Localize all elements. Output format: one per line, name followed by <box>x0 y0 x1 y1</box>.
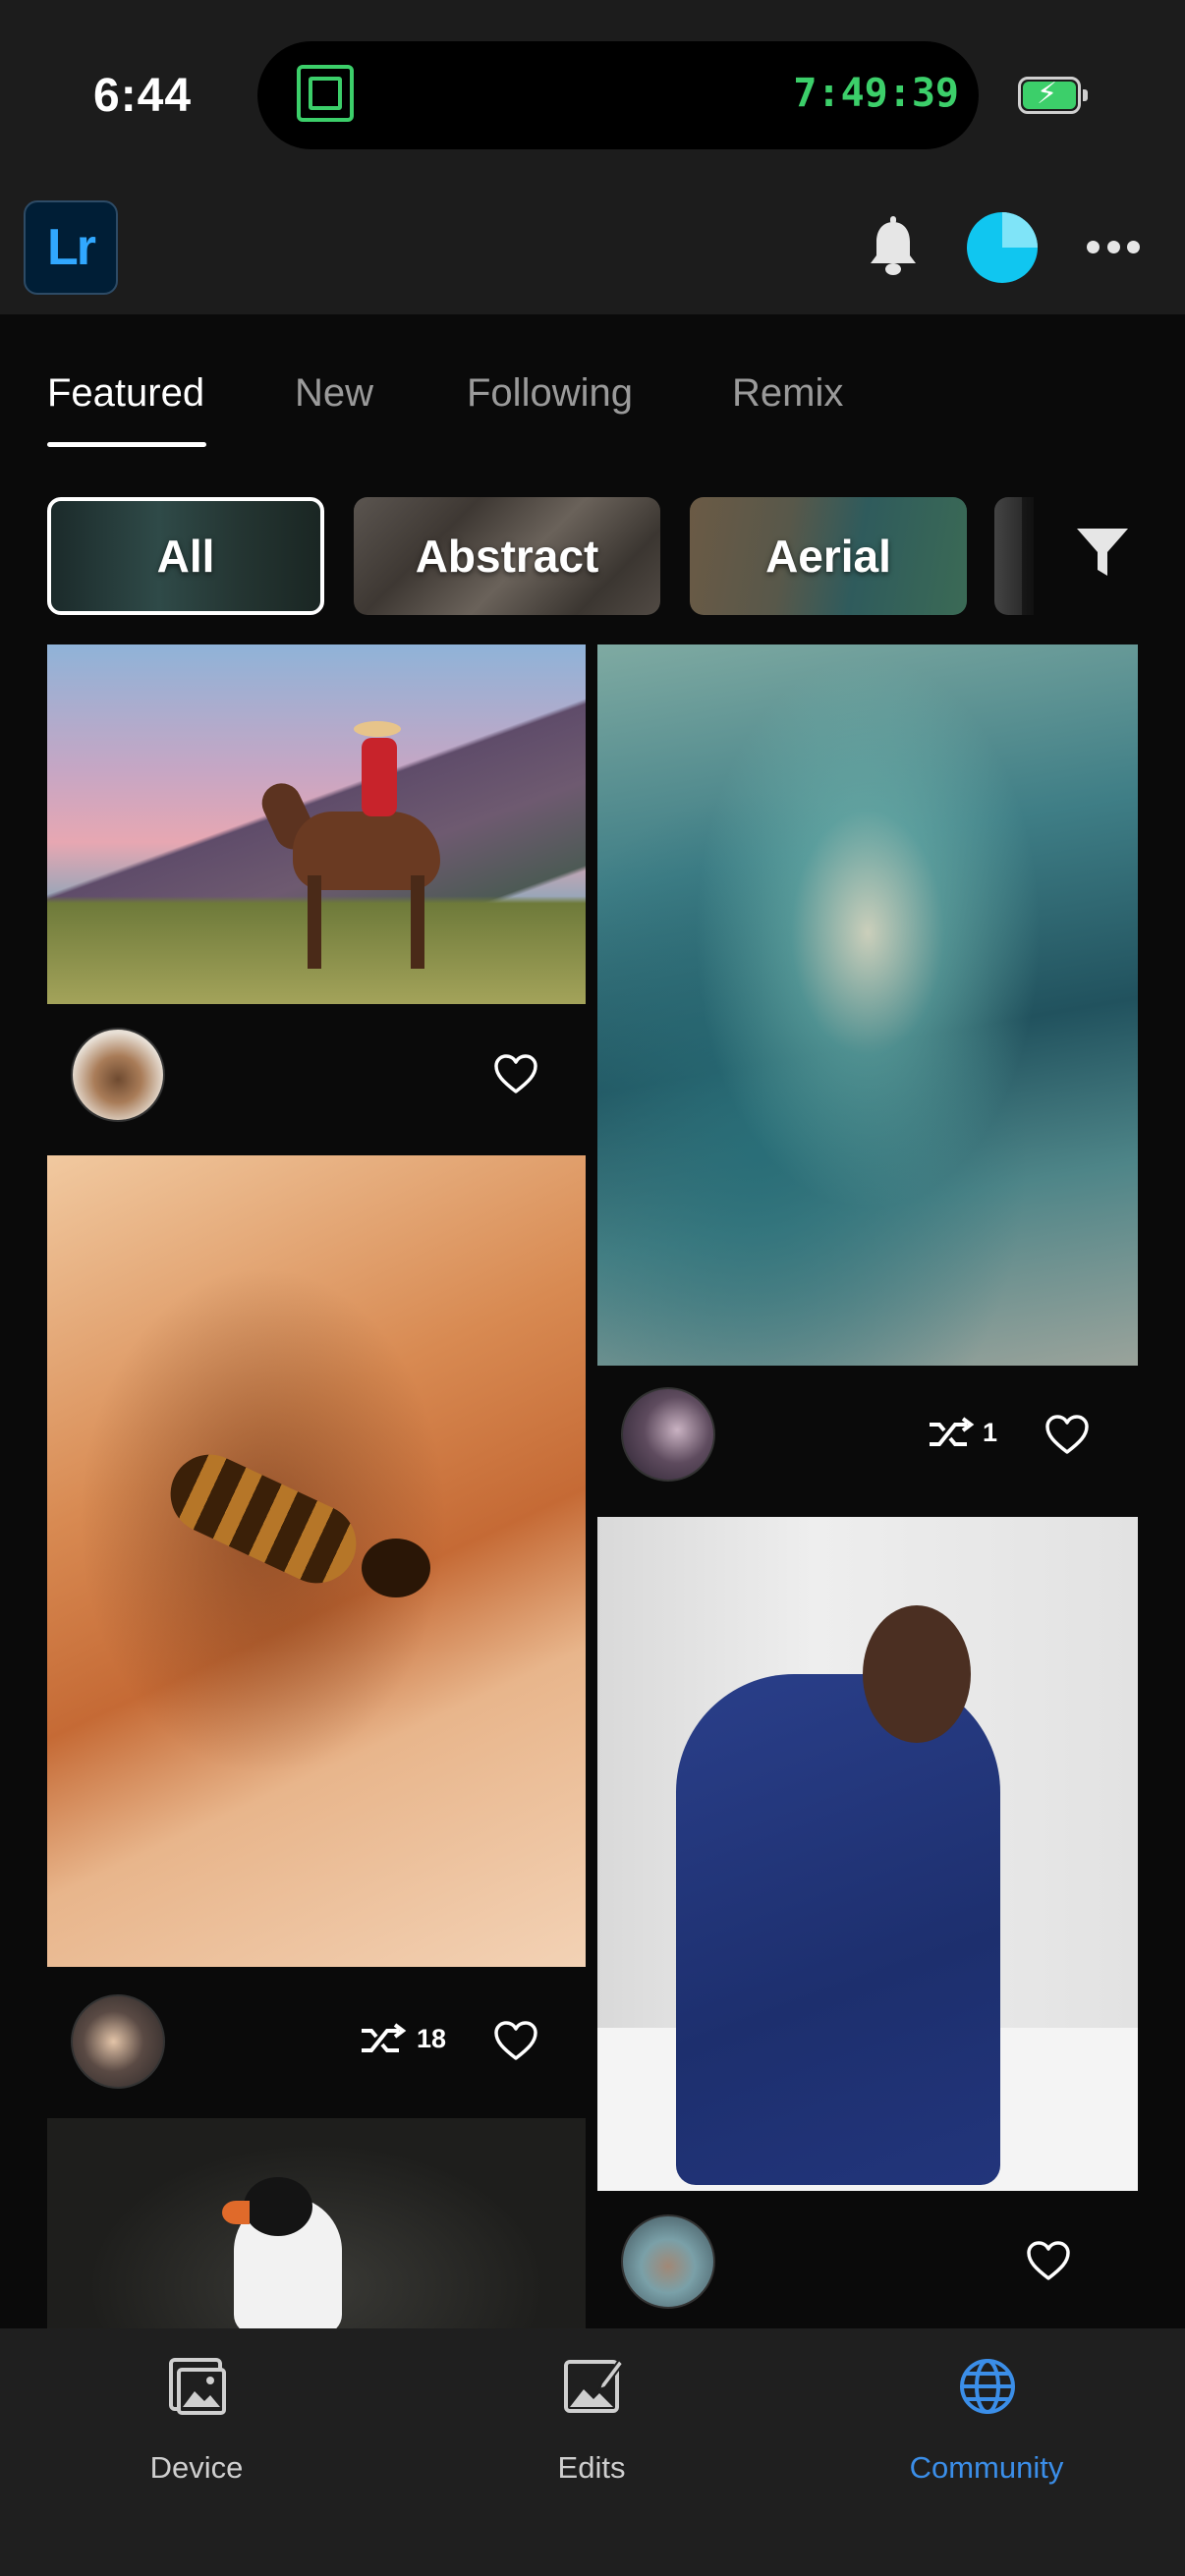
battery-charging-icon: ⚡ <box>1018 77 1088 114</box>
like-heart-icon[interactable] <box>493 1054 538 1095</box>
remix-count: 18 <box>417 2024 447 2053</box>
nav-edits[interactable]: Edits <box>474 2356 709 2485</box>
tab-remix[interactable]: Remix <box>732 371 843 416</box>
globe-icon <box>960 2359 1015 2414</box>
post-author-avatar[interactable] <box>621 1387 715 1482</box>
logo-text: Lr <box>47 219 96 276</box>
bottom-navigation: Device Edits Community <box>0 2328 1185 2576</box>
like-heart-icon[interactable] <box>1044 1415 1090 1456</box>
remix-count: 1 <box>983 1418 998 1447</box>
status-bar: 6:44 7:49:39 ⚡ <box>0 0 1185 187</box>
photo-edit-icon <box>564 2358 623 2413</box>
like-heart-icon[interactable] <box>493 2021 538 2062</box>
tab-new[interactable]: New <box>295 371 373 416</box>
notifications-bell-icon[interactable] <box>867 216 920 279</box>
post-image-abstract[interactable] <box>597 644 1138 1366</box>
remix-icon[interactable] <box>926 1415 977 1454</box>
lightroom-logo[interactable]: Lr <box>24 200 118 295</box>
filter-chip-all[interactable]: All <box>47 497 324 615</box>
post-author-avatar[interactable] <box>621 2214 715 2309</box>
post-image-horse[interactable] <box>47 644 586 1004</box>
tab-following[interactable]: Following <box>467 371 633 416</box>
remix-icon[interactable] <box>358 2021 409 2060</box>
dynamic-island[interactable]: 7:49:39 <box>257 41 979 149</box>
post-image-portrait[interactable] <box>597 1517 1138 2191</box>
post-image-bee[interactable] <box>47 1155 586 1967</box>
nav-label: Community <box>909 2450 1064 2485</box>
filter-chip-aerial[interactable]: Aerial <box>690 497 967 615</box>
post-author-avatar[interactable] <box>71 1994 165 2089</box>
status-time: 6:44 <box>93 70 193 122</box>
profile-avatar-icon[interactable] <box>967 212 1038 283</box>
filter-chip-abstract[interactable]: Abstract <box>354 497 660 615</box>
like-heart-icon[interactable] <box>1026 2241 1071 2282</box>
post-author-avatar[interactable] <box>71 1028 165 1122</box>
chip-label: Aerial <box>765 531 891 582</box>
timer-app-icon <box>297 65 354 122</box>
active-tab-indicator <box>47 442 206 447</box>
nav-community[interactable]: Community <box>869 2356 1104 2485</box>
post-image-puffin[interactable] <box>47 2118 586 2328</box>
chip-label: All <box>156 531 215 582</box>
photo-device-icon <box>169 2358 226 2415</box>
nav-label: Edits <box>557 2450 626 2485</box>
tab-featured[interactable]: Featured <box>47 371 204 416</box>
feed-tabs: Featured New Following Remix <box>0 314 1185 452</box>
chip-label: Abstract <box>415 531 599 582</box>
more-options-icon[interactable] <box>1087 232 1140 261</box>
nav-device[interactable]: Device <box>79 2356 314 2485</box>
nav-label: Device <box>149 2450 244 2485</box>
live-activity-timer: 7:49:39 <box>793 71 959 116</box>
app-header: Lr <box>0 187 1185 314</box>
filter-funnel-icon[interactable] <box>1075 525 1130 580</box>
